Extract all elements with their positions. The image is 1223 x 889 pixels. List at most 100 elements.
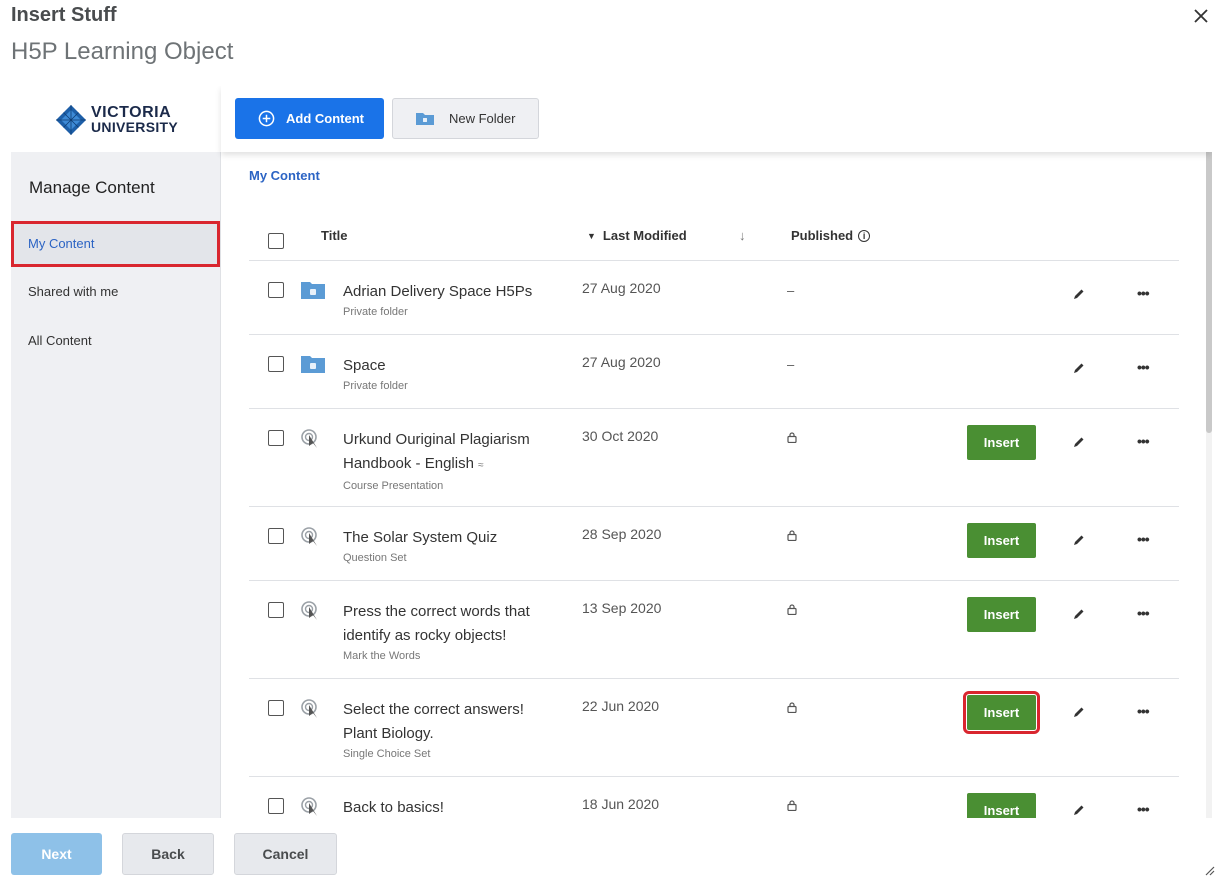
insert-button[interactable]: Insert: [963, 691, 1040, 734]
table-row[interactable]: Back to basics! 18 Jun 2020 Insert •••: [249, 777, 1179, 818]
row-title-line-1: The Solar System Quiz: [343, 529, 498, 546]
lock-icon: [787, 701, 797, 716]
row-title-line-2: Plant Biology.: [343, 725, 434, 742]
row-title[interactable]: Urkund Ouriginal Plagiarism Handbook - En…: [343, 428, 558, 494]
add-content-button[interactable]: Add Content: [235, 98, 384, 139]
row-title[interactable]: The Solar System Quiz Question Set: [343, 526, 558, 566]
row-title-line-1: Press the correct words that: [343, 603, 530, 620]
row-date: 13 Sep 2020: [582, 600, 662, 616]
lock-icon: [787, 799, 797, 814]
row-title[interactable]: Select the correct answers! Plant Biology…: [343, 698, 558, 762]
column-published[interactable]: Published i: [791, 228, 871, 243]
next-button[interactable]: Next: [11, 833, 102, 875]
sort-arrow-icon[interactable]: ↓: [739, 228, 746, 243]
dialog-subtitle: H5P Learning Object: [11, 38, 234, 65]
insert-button[interactable]: Insert: [967, 597, 1036, 632]
row-date: 18 Jun 2020: [582, 796, 660, 812]
row-content-type: Private folder: [343, 306, 408, 318]
scrollbar-thumb[interactable]: [1206, 128, 1212, 433]
close-icon[interactable]: [1191, 6, 1211, 26]
dialog-header: Insert Stuff H5P Learning Object: [0, 0, 1223, 86]
sidebar-item-my-content[interactable]: My Content: [11, 221, 220, 267]
more-options-icon[interactable]: •••: [1137, 703, 1150, 719]
table-row[interactable]: Press the correct words that identify as …: [249, 581, 1179, 679]
column-last-modified-label: Last Modified: [602, 228, 687, 243]
table-row[interactable]: Urkund Ouriginal Plagiarism Handbook - En…: [249, 409, 1179, 507]
table-row[interactable]: Select the correct answers! Plant Biology…: [249, 679, 1179, 777]
scrollbar[interactable]: [1206, 88, 1212, 818]
row-title[interactable]: Space Private folder: [343, 354, 558, 394]
info-icon[interactable]: i: [858, 229, 871, 242]
pencil-icon[interactable]: [1073, 803, 1085, 818]
table-row[interactable]: Space Private folder 27 Aug 2020 – •••: [249, 335, 1179, 409]
table-row[interactable]: Adrian Delivery Space H5Ps Private folder…: [249, 261, 1179, 335]
table-row[interactable]: The Solar System Quiz Question Set 28 Sep …: [249, 507, 1179, 581]
pencil-icon[interactable]: [1073, 533, 1085, 551]
back-button[interactable]: Back: [122, 833, 214, 875]
row-checkbox[interactable]: [268, 798, 284, 814]
row-checkbox[interactable]: [268, 700, 284, 716]
content-table: Title ▼ Last Modified ↓ Published i Adri…: [249, 216, 1179, 818]
row-date: 28 Sep 2020: [582, 526, 662, 542]
more-options-icon[interactable]: •••: [1137, 605, 1150, 621]
pencil-icon[interactable]: [1073, 287, 1085, 305]
pencil-icon[interactable]: [1073, 435, 1085, 453]
row-content-type: Single Choice Set: [343, 748, 431, 760]
add-content-label: Add Content: [286, 111, 364, 126]
logo-text: VICTORIA UNIVERSITY: [91, 104, 179, 135]
row-date: 30 Oct 2020: [582, 428, 659, 444]
lock-icon: [787, 529, 797, 544]
row-title[interactable]: Press the correct words that identify as …: [343, 600, 558, 664]
plus-circle-icon: [258, 110, 275, 127]
more-options-icon[interactable]: •••: [1137, 433, 1150, 449]
sidebar-heading: Manage Content: [29, 178, 155, 197]
row-title-line-1: Adrian Delivery Space H5Ps: [343, 283, 533, 300]
more-options-icon[interactable]: •••: [1137, 531, 1150, 547]
row-checkbox[interactable]: [268, 282, 284, 298]
column-title[interactable]: Title: [321, 228, 348, 243]
more-options-icon[interactable]: •••: [1137, 285, 1150, 301]
logo-line-2: UNIVERSITY: [91, 119, 179, 135]
h5p-content-icon: [300, 526, 322, 555]
select-all-checkbox[interactable]: [268, 233, 284, 249]
logo-line-1: VICTORIA: [91, 104, 172, 121]
more-options-icon[interactable]: •••: [1137, 359, 1150, 375]
content-frame: VICTORIA UNIVERSITY Manage Content My Co…: [11, 86, 1212, 818]
pencil-icon[interactable]: [1073, 607, 1085, 625]
insert-button[interactable]: Insert: [967, 425, 1036, 460]
dialog-title: Insert Stuff: [11, 4, 117, 26]
more-options-icon[interactable]: •••: [1137, 801, 1150, 817]
pencil-icon[interactable]: [1073, 705, 1085, 723]
row-title[interactable]: Back to basics!: [343, 796, 558, 818]
row-content-type: Private folder: [343, 380, 408, 392]
lock-icon: [787, 431, 797, 446]
cancel-button[interactable]: Cancel: [234, 833, 337, 875]
row-checkbox[interactable]: [268, 356, 284, 372]
column-last-modified[interactable]: ▼ Last Modified: [587, 228, 687, 243]
row-content-type: Mark the Words: [343, 650, 421, 662]
row-content-type: Course Presentation: [343, 480, 444, 492]
new-folder-button[interactable]: New Folder: [392, 98, 539, 139]
shared-users-icon: ≈: [478, 460, 484, 471]
sidebar-item-all-content[interactable]: All Content: [11, 318, 220, 364]
row-title[interactable]: Adrian Delivery Space H5Ps Private folder: [343, 280, 558, 320]
folder-icon: [416, 113, 434, 125]
new-folder-label: New Folder: [449, 111, 516, 126]
row-date: 27 Aug 2020: [582, 354, 661, 370]
sidebar-item-shared-with-me[interactable]: Shared with me: [11, 269, 220, 315]
row-title-line-1: Space: [343, 357, 386, 374]
insert-button[interactable]: Insert: [967, 523, 1036, 558]
pencil-icon[interactable]: [1073, 361, 1085, 379]
resize-handle-icon[interactable]: [1203, 863, 1215, 881]
insert-button[interactable]: Insert: [967, 793, 1036, 818]
row-checkbox[interactable]: [268, 602, 284, 618]
row-published: –: [787, 357, 795, 372]
row-published: –: [787, 283, 795, 298]
folder-icon: [300, 280, 326, 305]
row-checkbox[interactable]: [268, 528, 284, 544]
main-panel: Add Content New Folder My Content Title …: [221, 86, 1212, 818]
h5p-content-icon: [300, 698, 322, 727]
row-checkbox[interactable]: [268, 430, 284, 446]
row-date: 22 Jun 2020: [582, 698, 660, 714]
breadcrumb[interactable]: My Content: [249, 168, 320, 183]
